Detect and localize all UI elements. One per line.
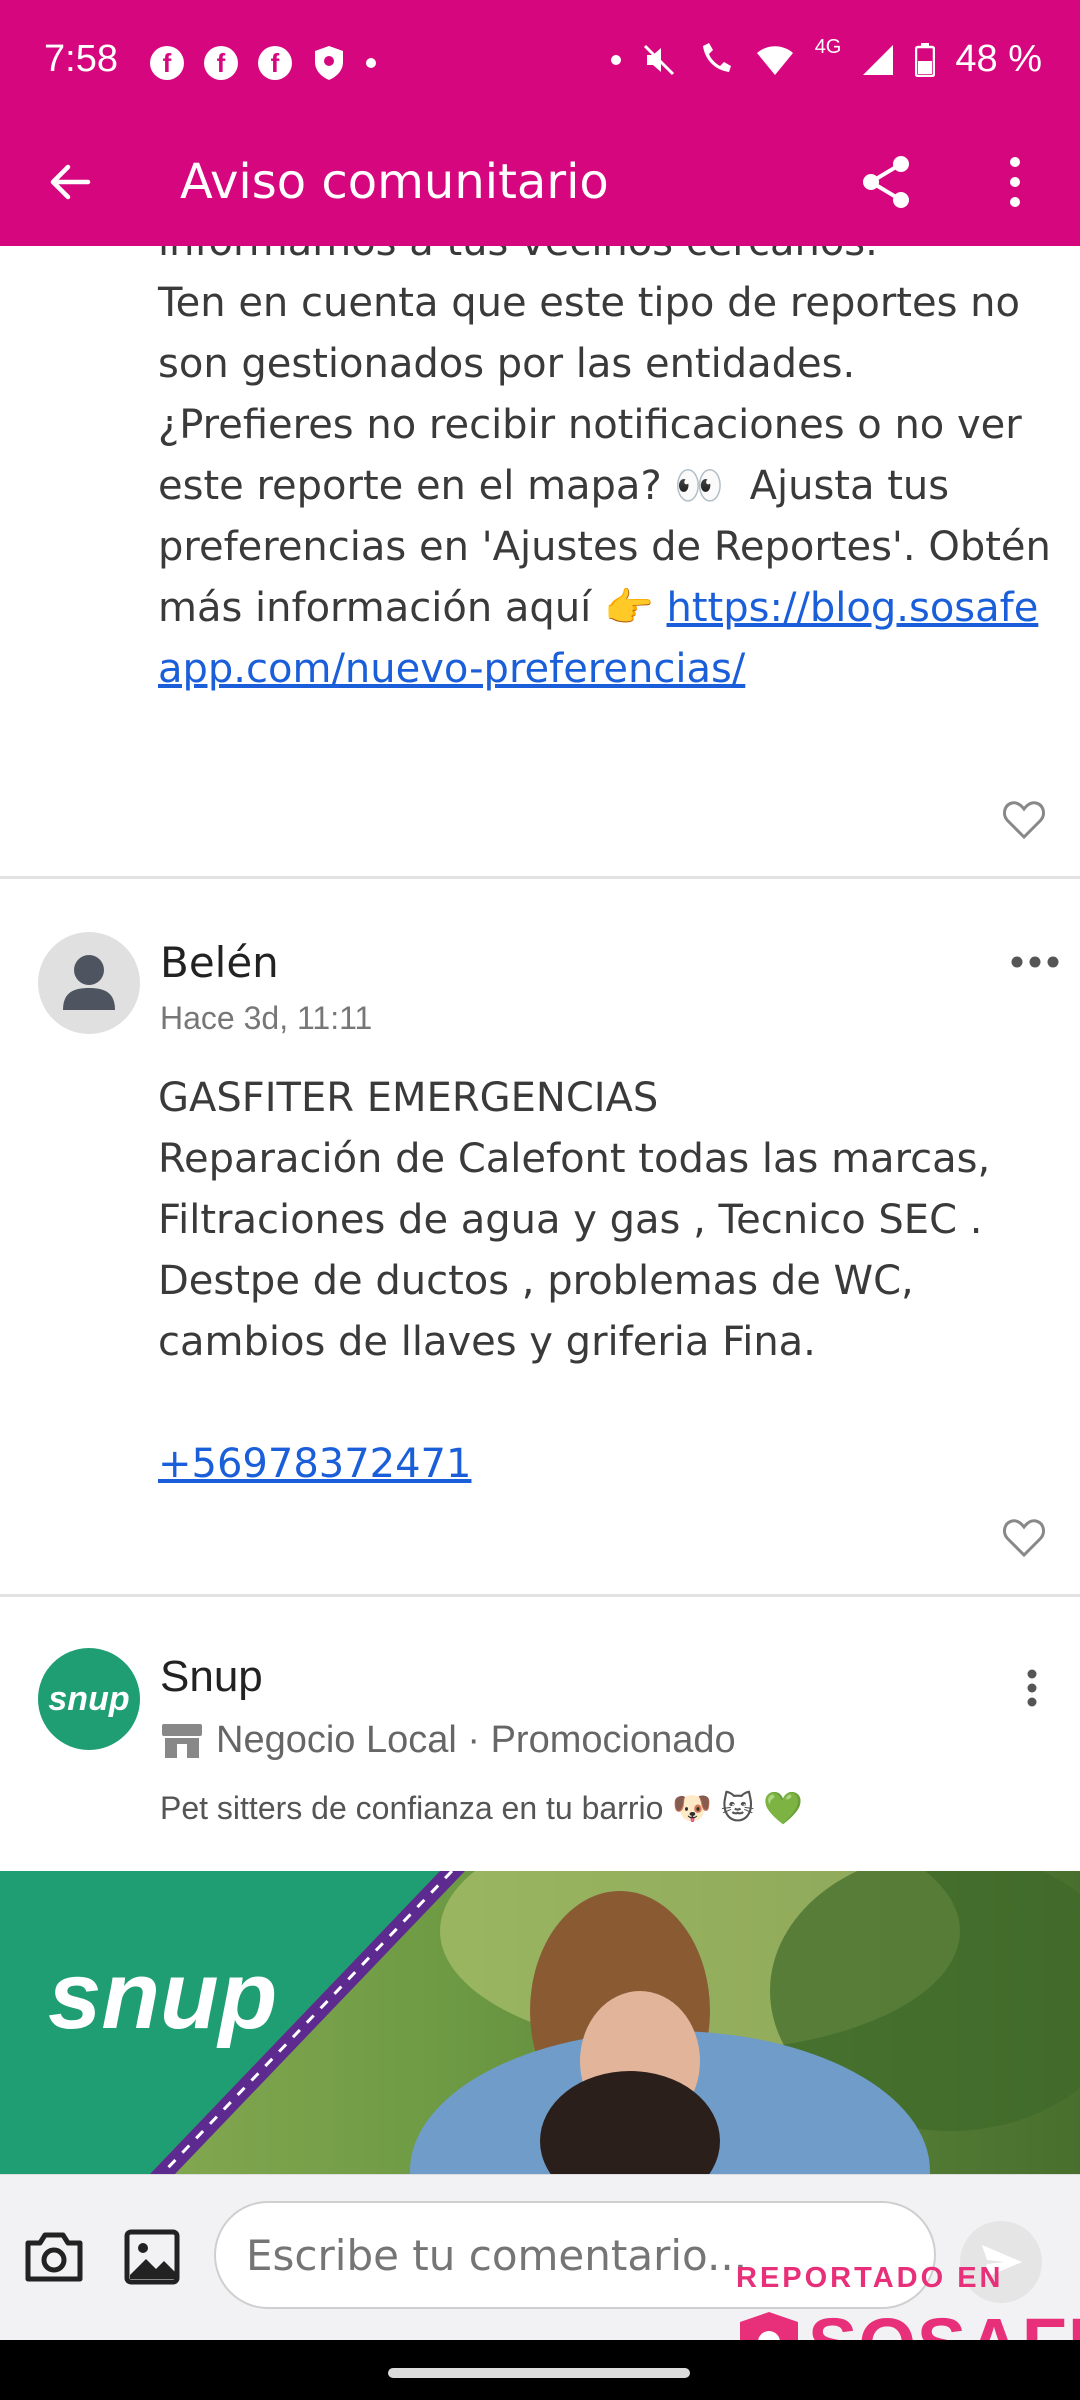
mute-icon <box>643 44 674 75</box>
post-divider <box>0 1594 1080 1597</box>
battery-icon <box>915 42 936 77</box>
like-heart-icon[interactable] <box>1002 800 1046 840</box>
promo-description: Pet sitters de confianza en tu barrio 🐶 … <box>160 1790 804 1826</box>
promo-banner-image[interactable]: snup <box>0 1871 1080 2174</box>
post-text: informamos a tus vecinos cercanos. Ten e… <box>158 246 1051 631</box>
camera-icon[interactable] <box>22 2227 86 2287</box>
author-name[interactable]: Belén <box>160 938 279 987</box>
post-body: informamos a tus vecinos cercanos. Ten e… <box>158 246 1053 700</box>
sponsor-text: Negocio Local · Promocionado <box>216 1719 736 1761</box>
wifi-call-icon <box>702 42 731 72</box>
notification-dot <box>610 54 621 65</box>
post-timestamp: Hace 3d, 11:11 <box>160 1000 373 1036</box>
wifi-icon <box>756 45 793 75</box>
notification-icons: f f f <box>150 44 376 82</box>
like-heart-icon[interactable] <box>1002 1518 1046 1558</box>
brand-avatar-text: snup <box>48 1679 130 1718</box>
status-time: 7:58 <box>44 38 118 80</box>
brand-avatar[interactable]: snup <box>38 1648 140 1750</box>
post-divider <box>0 876 1080 879</box>
system-status-icons: 4G 48 % <box>610 36 1042 81</box>
more-horiz-icon[interactable] <box>1008 950 1062 974</box>
feed-content[interactable]: informamos a tus vecinos cercanos. Ten e… <box>0 246 1080 2174</box>
more-notifications-dot <box>366 58 376 68</box>
user-icon <box>63 955 115 1010</box>
back-arrow-icon[interactable] <box>40 152 100 212</box>
facebook-icon: f <box>204 46 238 80</box>
home-gesture-pill[interactable] <box>388 2368 690 2378</box>
share-icon[interactable] <box>855 150 919 214</box>
banner-logo: snup <box>48 1942 278 2049</box>
avatar[interactable] <box>38 932 140 1034</box>
more-vert-icon[interactable] <box>1018 1664 1046 1712</box>
store-icon <box>162 1723 202 1758</box>
watermark-label: REPORTADO EN <box>736 2262 1004 2294</box>
battery-level: 48 % <box>955 38 1042 80</box>
more-vert-icon[interactable] <box>990 150 1040 214</box>
network-type: 4G <box>814 36 842 58</box>
shield-icon <box>315 46 343 80</box>
signal-icon <box>863 44 894 75</box>
app-bar: Aviso comunitario <box>0 124 1080 246</box>
brand-name[interactable]: Snup <box>160 1652 263 1702</box>
status-bar: 7:58 f f f 4G 48 % <box>0 0 1080 124</box>
image-gallery-icon[interactable] <box>122 2227 182 2287</box>
page-title: Aviso comunitario <box>180 154 609 210</box>
system-nav-bar <box>0 2340 1080 2400</box>
post-body: GASFITER EMERGENCIAS Reparación de Calef… <box>158 1075 991 1365</box>
facebook-icon: f <box>258 46 292 80</box>
facebook-icon: f <box>150 46 184 80</box>
phone-link[interactable]: +56978372471 <box>158 1434 471 1495</box>
sponsor-line: Negocio Local · Promocionado <box>160 1719 736 1762</box>
